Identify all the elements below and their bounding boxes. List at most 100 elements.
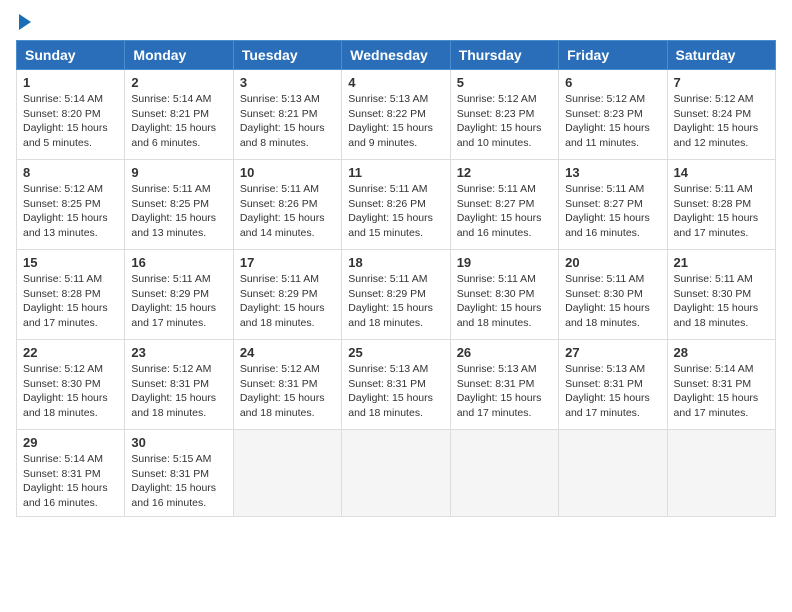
header-tuesday: Tuesday [233,41,341,70]
day-number: 16 [131,255,226,270]
day-number: 24 [240,345,335,360]
calendar-cell: 24 Sunrise: 5:12 AMSunset: 8:31 PMDayligh… [233,340,341,430]
logo [16,16,31,30]
day-number: 21 [674,255,769,270]
header-friday: Friday [559,41,667,70]
calendar-cell: 12Sunrise: 5:11 AMSunset: 8:27 PMDayligh… [450,160,558,250]
calendar-cell: 28 Sunrise: 5:14 AMSunset: 8:31 PMDayligh… [667,340,775,430]
calendar-cell: 8Sunrise: 5:12 AMSunset: 8:25 PMDaylight… [17,160,125,250]
header-wednesday: Wednesday [342,41,450,70]
day-number: 20 [565,255,660,270]
cell-details: Sunrise: 5:11 AMSunset: 8:29 PMDaylight:… [240,273,325,329]
day-number: 28 [674,345,769,360]
calendar-cell: 27 Sunrise: 5:13 AMSunset: 8:31 PMDayligh… [559,340,667,430]
calendar-cell: 17Sunrise: 5:11 AMSunset: 8:29 PMDayligh… [233,250,341,340]
cell-details: Sunrise: 5:12 AMSunset: 8:23 PMDaylight:… [565,93,650,149]
cell-details: Sunrise: 5:12 AMSunset: 8:31 PMDaylight:… [131,363,216,419]
calendar-cell: 10Sunrise: 5:11 AMSunset: 8:26 PMDayligh… [233,160,341,250]
day-number: 2 [131,75,226,90]
cell-details: Sunrise: 5:13 AMSunset: 8:31 PMDaylight:… [565,363,650,419]
calendar-week-row: 1 Sunrise: 5:14 AMSunset: 8:20 PMDaylight… [17,70,776,160]
calendar-cell [233,430,341,517]
cell-details: Sunrise: 5:12 AMSunset: 8:31 PMDaylight:… [240,363,325,419]
cell-details: Sunrise: 5:11 AMSunset: 8:30 PMDaylight:… [457,273,542,329]
calendar-cell: 30 Sunrise: 5:15 AMSunset: 8:31 PMDayligh… [125,430,233,517]
day-number: 23 [131,345,226,360]
day-number: 12 [457,165,552,180]
calendar-cell: 14 Sunrise: 5:11 AMSunset: 8:28 PMDayligh… [667,160,775,250]
cell-details: Sunrise: 5:11 AMSunset: 8:25 PMDaylight:… [131,183,216,239]
day-number: 27 [565,345,660,360]
day-number: 25 [348,345,443,360]
calendar-cell: 23 Sunrise: 5:12 AMSunset: 8:31 PMDayligh… [125,340,233,430]
calendar-cell: 15 Sunrise: 5:11 AMSunset: 8:28 PMDayligh… [17,250,125,340]
calendar-cell: 11Sunrise: 5:11 AMSunset: 8:26 PMDayligh… [342,160,450,250]
cell-details: Sunrise: 5:11 AMSunset: 8:30 PMDaylight:… [565,273,650,329]
header-thursday: Thursday [450,41,558,70]
day-number: 8 [23,165,118,180]
cell-details: Sunrise: 5:11 AMSunset: 8:26 PMDaylight:… [348,183,433,239]
calendar-cell: 1 Sunrise: 5:14 AMSunset: 8:20 PMDaylight… [17,70,125,160]
calendar-cell: 2 Sunrise: 5:14 AMSunset: 8:21 PMDaylight… [125,70,233,160]
cell-details: Sunrise: 5:15 AMSunset: 8:31 PMDaylight:… [131,453,216,509]
calendar-cell: 13Sunrise: 5:11 AMSunset: 8:27 PMDayligh… [559,160,667,250]
header-sunday: Sunday [17,41,125,70]
day-number: 22 [23,345,118,360]
day-number: 19 [457,255,552,270]
cell-details: Sunrise: 5:14 AMSunset: 8:20 PMDaylight:… [23,93,108,149]
day-number: 5 [457,75,552,90]
calendar-week-row: 15 Sunrise: 5:11 AMSunset: 8:28 PMDayligh… [17,250,776,340]
calendar-cell: 21 Sunrise: 5:11 AMSunset: 8:30 PMDayligh… [667,250,775,340]
day-number: 9 [131,165,226,180]
header-saturday: Saturday [667,41,775,70]
calendar-week-row: 22 Sunrise: 5:12 AMSunset: 8:30 PMDayligh… [17,340,776,430]
cell-details: Sunrise: 5:14 AMSunset: 8:21 PMDaylight:… [131,93,216,149]
calendar-week-row: 29Sunrise: 5:14 AMSunset: 8:31 PMDayligh… [17,430,776,517]
cell-details: Sunrise: 5:11 AMSunset: 8:29 PMDaylight:… [131,273,216,329]
day-number: 1 [23,75,118,90]
day-number: 7 [674,75,769,90]
calendar-cell: 18 Sunrise: 5:11 AMSunset: 8:29 PMDayligh… [342,250,450,340]
day-number: 15 [23,255,118,270]
day-number: 10 [240,165,335,180]
cell-details: Sunrise: 5:11 AMSunset: 8:28 PMDaylight:… [674,183,759,239]
logo-arrow-icon [19,14,31,30]
cell-details: Sunrise: 5:13 AMSunset: 8:31 PMDaylight:… [348,363,433,419]
page-header [16,16,776,30]
cell-details: Sunrise: 5:11 AMSunset: 8:29 PMDaylight:… [348,273,433,329]
day-number: 29 [23,435,118,450]
calendar-cell [667,430,775,517]
day-number: 13 [565,165,660,180]
calendar-cell: 7 Sunrise: 5:12 AMSunset: 8:24 PMDaylight… [667,70,775,160]
calendar-cell: 16 Sunrise: 5:11 AMSunset: 8:29 PMDayligh… [125,250,233,340]
calendar-header-row: SundayMondayTuesdayWednesdayThursdayFrid… [17,41,776,70]
cell-details: Sunrise: 5:13 AMSunset: 8:31 PMDaylight:… [457,363,542,419]
calendar-cell [450,430,558,517]
calendar-week-row: 8Sunrise: 5:12 AMSunset: 8:25 PMDaylight… [17,160,776,250]
calendar-table: SundayMondayTuesdayWednesdayThursdayFrid… [16,40,776,517]
calendar-cell [342,430,450,517]
calendar-cell: 6 Sunrise: 5:12 AMSunset: 8:23 PMDaylight… [559,70,667,160]
cell-details: Sunrise: 5:12 AMSunset: 8:30 PMDaylight:… [23,363,108,419]
calendar-cell: 20 Sunrise: 5:11 AMSunset: 8:30 PMDayligh… [559,250,667,340]
calendar-cell: 5 Sunrise: 5:12 AMSunset: 8:23 PMDaylight… [450,70,558,160]
calendar-cell: 22 Sunrise: 5:12 AMSunset: 8:30 PMDayligh… [17,340,125,430]
day-number: 26 [457,345,552,360]
calendar-cell: 25 Sunrise: 5:13 AMSunset: 8:31 PMDayligh… [342,340,450,430]
cell-details: Sunrise: 5:12 AMSunset: 8:23 PMDaylight:… [457,93,542,149]
day-number: 18 [348,255,443,270]
day-number: 14 [674,165,769,180]
calendar-cell [559,430,667,517]
cell-details: Sunrise: 5:14 AMSunset: 8:31 PMDaylight:… [674,363,759,419]
day-number: 30 [131,435,226,450]
calendar-cell: 29Sunrise: 5:14 AMSunset: 8:31 PMDayligh… [17,430,125,517]
calendar-cell: 19 Sunrise: 5:11 AMSunset: 8:30 PMDayligh… [450,250,558,340]
cell-details: Sunrise: 5:11 AMSunset: 8:28 PMDaylight:… [23,273,108,329]
day-number: 4 [348,75,443,90]
cell-details: Sunrise: 5:11 AMSunset: 8:30 PMDaylight:… [674,273,759,329]
calendar-cell: 4Sunrise: 5:13 AMSunset: 8:22 PMDaylight… [342,70,450,160]
cell-details: Sunrise: 5:12 AMSunset: 8:24 PMDaylight:… [674,93,759,149]
day-number: 6 [565,75,660,90]
header-monday: Monday [125,41,233,70]
calendar-cell: 3Sunrise: 5:13 AMSunset: 8:21 PMDaylight… [233,70,341,160]
